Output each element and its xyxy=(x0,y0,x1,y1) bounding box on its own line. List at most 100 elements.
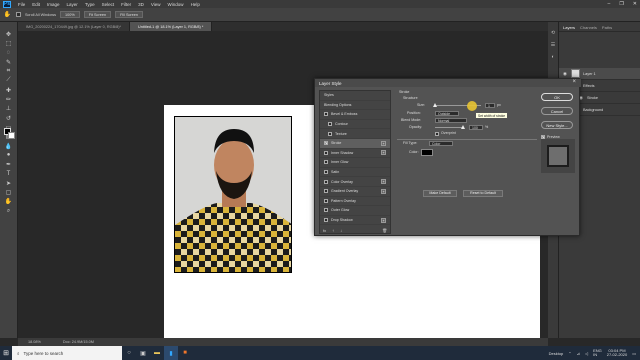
fx-icon[interactable]: fx xyxy=(323,228,326,233)
style-item-texture[interactable]: Texture xyxy=(320,129,390,139)
position-select[interactable]: Outside xyxy=(435,111,459,116)
style-checkbox[interactable] xyxy=(324,189,328,194)
style-item-gradient-overlay[interactable]: Gradient Overlay + xyxy=(320,187,390,197)
fit-screen-button[interactable]: Fit Screen xyxy=(83,11,112,18)
menu-select[interactable]: Select xyxy=(102,2,115,7)
cortana-icon[interactable]: ○ xyxy=(122,346,136,360)
size-input[interactable]: 1 xyxy=(485,103,495,108)
background-color-swatch[interactable] xyxy=(8,132,15,139)
hand-tool-icon[interactable]: ✋ xyxy=(4,198,13,205)
path-selection-tool-icon[interactable]: ➤ xyxy=(4,180,13,187)
style-item-stroke[interactable]: ✓ Stroke + xyxy=(320,138,390,149)
eyedropper-tool-icon[interactable]: ⟋ xyxy=(4,77,13,84)
tray-chevron-icon[interactable]: ⌃ xyxy=(568,351,571,356)
minimize-button[interactable]: – xyxy=(608,1,611,7)
taskbar-search[interactable]: ⌕ Type here to search xyxy=(12,346,122,360)
style-item-inner-shadow[interactable]: Inner Shadow + xyxy=(320,149,390,159)
fill-screen-button[interactable]: Fill Screen xyxy=(115,11,143,18)
menu-help[interactable]: Help xyxy=(191,2,200,7)
tab-paths[interactable]: Paths xyxy=(602,25,612,30)
stroke-color-swatch[interactable] xyxy=(421,149,433,156)
zoom-tool-icon[interactable]: ⌕ xyxy=(4,208,13,215)
windows-start-icon[interactable]: ⊞ xyxy=(0,346,12,360)
menu-file[interactable]: File xyxy=(18,2,25,7)
style-checkbox[interactable] xyxy=(324,150,328,155)
opacity-slider-thumb[interactable] xyxy=(460,125,465,129)
photoshop-taskbar-icon[interactable]: ▮ xyxy=(164,346,178,360)
volume-icon[interactable]: ◁ xyxy=(585,351,588,356)
add-style-icon[interactable]: + xyxy=(381,217,386,223)
add-style-icon[interactable]: + xyxy=(381,188,386,194)
scroll-all-windows-checkbox[interactable] xyxy=(16,12,21,17)
blend-mode-select[interactable]: Normal xyxy=(435,118,467,123)
blur-tool-icon[interactable]: 💧 xyxy=(4,143,13,150)
style-item-contour[interactable]: Contour xyxy=(320,120,390,130)
ok-button[interactable]: OK xyxy=(541,93,573,101)
photoshop-logo[interactable]: Ps xyxy=(3,0,11,8)
tab-img-jpg[interactable]: IMG_20200224_170449.jpg @ 12.1% (Layer 0… xyxy=(18,22,131,31)
menu-layer[interactable]: Layer xyxy=(67,2,78,7)
lasso-tool-icon[interactable]: ◌ xyxy=(4,50,13,57)
clock[interactable]: 03:04 PM 27-02-2020 xyxy=(607,348,627,358)
tab-untitled-1[interactable]: Untitled-1 @ 18.1% (Layer 1, RGB/8) * xyxy=(130,22,213,31)
desktop-label[interactable]: Desktop xyxy=(549,351,564,356)
style-checkbox[interactable] xyxy=(324,218,328,223)
tab-channels[interactable]: Channels xyxy=(580,25,597,30)
style-item-bevel-emboss[interactable]: Bevel & Emboss xyxy=(320,110,390,120)
style-checkbox[interactable] xyxy=(324,160,328,165)
dodge-tool-icon[interactable]: ● xyxy=(4,152,13,159)
app-taskbar-icon[interactable]: ■ xyxy=(178,346,192,360)
menu-edit[interactable]: Edit xyxy=(32,2,40,7)
style-item-satin[interactable]: Satin xyxy=(320,168,390,178)
close-window-button[interactable]: ✕ xyxy=(633,1,637,7)
menu-view[interactable]: View xyxy=(151,2,161,7)
notifications-icon[interactable]: ▭ xyxy=(632,351,636,356)
properties-icon[interactable]: ☰ xyxy=(551,42,555,48)
history-brush-tool-icon[interactable]: ↺ xyxy=(4,115,13,122)
add-style-icon[interactable]: + xyxy=(381,179,386,185)
menu-filter[interactable]: Filter xyxy=(121,2,131,7)
tab-layers[interactable]: Layers xyxy=(563,25,575,30)
cancel-button[interactable]: Cancel xyxy=(541,107,573,115)
style-item-color-overlay[interactable]: Color Overlay + xyxy=(320,177,390,187)
zoom-100-button[interactable]: 100% xyxy=(60,11,80,18)
style-checkbox[interactable] xyxy=(324,179,328,184)
restore-button[interactable]: ❐ xyxy=(619,1,623,7)
fill-type-select[interactable]: Color xyxy=(429,141,453,146)
crop-tool-icon[interactable]: ⌗ xyxy=(4,68,13,75)
opacity-slider-track[interactable] xyxy=(435,127,463,128)
style-item-styles[interactable]: Styles xyxy=(320,91,390,101)
overprint-checkbox[interactable] xyxy=(435,132,439,136)
history-icon[interactable]: ⟲ xyxy=(551,30,555,36)
arrow-up-icon[interactable]: ↑ xyxy=(332,228,334,233)
reset-default-button[interactable]: Reset to Default xyxy=(463,190,503,197)
menu-window[interactable]: Window xyxy=(168,2,184,7)
menu-type[interactable]: Type xyxy=(85,2,95,7)
arrow-down-icon[interactable]: ↓ xyxy=(340,228,342,233)
style-item-outer-glow[interactable]: Outer Glow xyxy=(320,206,390,216)
zoom-level[interactable]: 18.08% xyxy=(28,340,41,344)
style-checkbox[interactable] xyxy=(324,170,328,175)
add-style-icon[interactable]: + xyxy=(381,150,386,156)
add-style-icon[interactable]: + xyxy=(381,140,386,146)
move-tool-icon[interactable]: ✥ xyxy=(4,31,13,38)
style-item-pattern-overlay[interactable]: Pattern Overlay xyxy=(320,197,390,207)
file-explorer-icon[interactable]: ▬ xyxy=(150,346,164,360)
pen-tool-icon[interactable]: ✒ xyxy=(4,161,13,168)
style-checkbox[interactable] xyxy=(324,198,328,203)
type-tool-icon[interactable]: T xyxy=(4,170,13,177)
marquee-tool-icon[interactable]: ⬚ xyxy=(4,40,13,47)
close-icon[interactable]: × xyxy=(572,79,576,85)
style-checkbox[interactable]: ✓ xyxy=(324,141,328,146)
menu-3d[interactable]: 3D xyxy=(138,2,144,7)
healing-brush-tool-icon[interactable]: ✚ xyxy=(4,87,13,94)
style-item-inner-glow[interactable]: Inner Glow xyxy=(320,158,390,168)
style-checkbox[interactable] xyxy=(324,112,328,117)
style-item-blending-options[interactable]: Blending Options xyxy=(320,101,390,111)
style-item-drop-shadow[interactable]: Drop Shadow + xyxy=(320,216,390,226)
style-checkbox[interactable] xyxy=(328,131,332,136)
rectangle-tool-icon[interactable]: ▢ xyxy=(4,189,13,196)
trash-icon[interactable]: 🗑 xyxy=(382,228,387,233)
make-default-button[interactable]: Make Default xyxy=(423,190,457,197)
network-icon[interactable]: ⊿ xyxy=(577,351,580,356)
